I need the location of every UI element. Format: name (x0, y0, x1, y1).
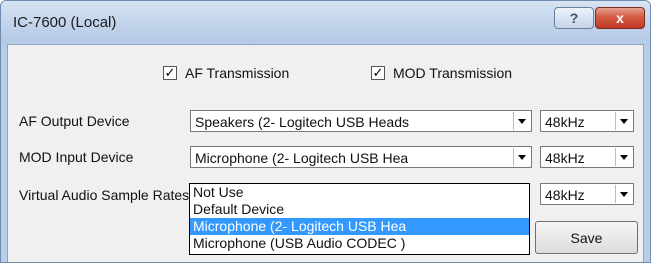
mod-input-device-value: Microphone (2- Logitech USB Hea (195, 150, 409, 166)
save-button-label: Save (570, 229, 603, 246)
virtual-audio-rate-value: 48kHz (545, 187, 585, 203)
af-transmission-label: AF Transmission (185, 65, 290, 81)
dropdown-option[interactable]: Default Device (190, 201, 529, 218)
mod-input-rate-select[interactable]: 48kHz (540, 146, 634, 168)
mod-input-device-dropdown-list: Not Use Default Device Microphone (2- Lo… (189, 183, 530, 255)
chevron-down-icon[interactable] (513, 148, 530, 166)
mod-input-device-select[interactable]: Microphone (2- Logitech USB Hea (190, 146, 532, 168)
virtual-audio-rate-select[interactable]: 48kHz (540, 183, 634, 205)
dropdown-option[interactable]: Microphone (USB Audio CODEC ) (190, 235, 529, 252)
af-output-device-select[interactable]: Speakers (2- Logitech USB Heads (190, 110, 532, 132)
save-button[interactable]: Save (535, 221, 638, 254)
chevron-down-icon[interactable] (615, 148, 632, 166)
close-button[interactable]: x (595, 7, 645, 29)
af-transmission-checkbox[interactable]: ✓ AF Transmission (163, 65, 289, 81)
dropdown-option-selected[interactable]: Microphone (2- Logitech USB Hea (190, 218, 529, 235)
mod-transmission-checkbox[interactable]: ✓ MOD Transmission (371, 65, 512, 81)
virtual-audio-sample-rates-label: Virtual Audio Sample Rates (19, 187, 190, 203)
chevron-down-icon[interactable] (513, 112, 530, 130)
window-title: IC-7600 (Local) (13, 14, 117, 31)
dropdown-option[interactable]: Not Use (190, 184, 529, 201)
mod-transmission-checkmark-icon: ✓ (371, 65, 385, 80)
help-icon: ? (569, 10, 579, 26)
chevron-down-icon[interactable] (615, 112, 632, 130)
af-transmission-checkmark-icon: ✓ (163, 65, 177, 80)
chevron-down-icon[interactable] (615, 185, 632, 203)
title-bar[interactable]: IC-7600 (Local) ? x (1, 1, 650, 45)
af-output-rate-value: 48kHz (545, 114, 585, 130)
mod-input-device-label: MOD Input Device (19, 149, 134, 165)
af-output-device-label: AF Output Device (19, 113, 130, 129)
af-output-device-value: Speakers (2- Logitech USB Heads (195, 114, 409, 130)
af-output-rate-select[interactable]: 48kHz (540, 110, 634, 132)
mod-transmission-label: MOD Transmission (393, 65, 513, 81)
mod-input-rate-value: 48kHz (545, 150, 585, 166)
help-button[interactable]: ? (554, 7, 594, 29)
close-icon: x (616, 10, 624, 26)
